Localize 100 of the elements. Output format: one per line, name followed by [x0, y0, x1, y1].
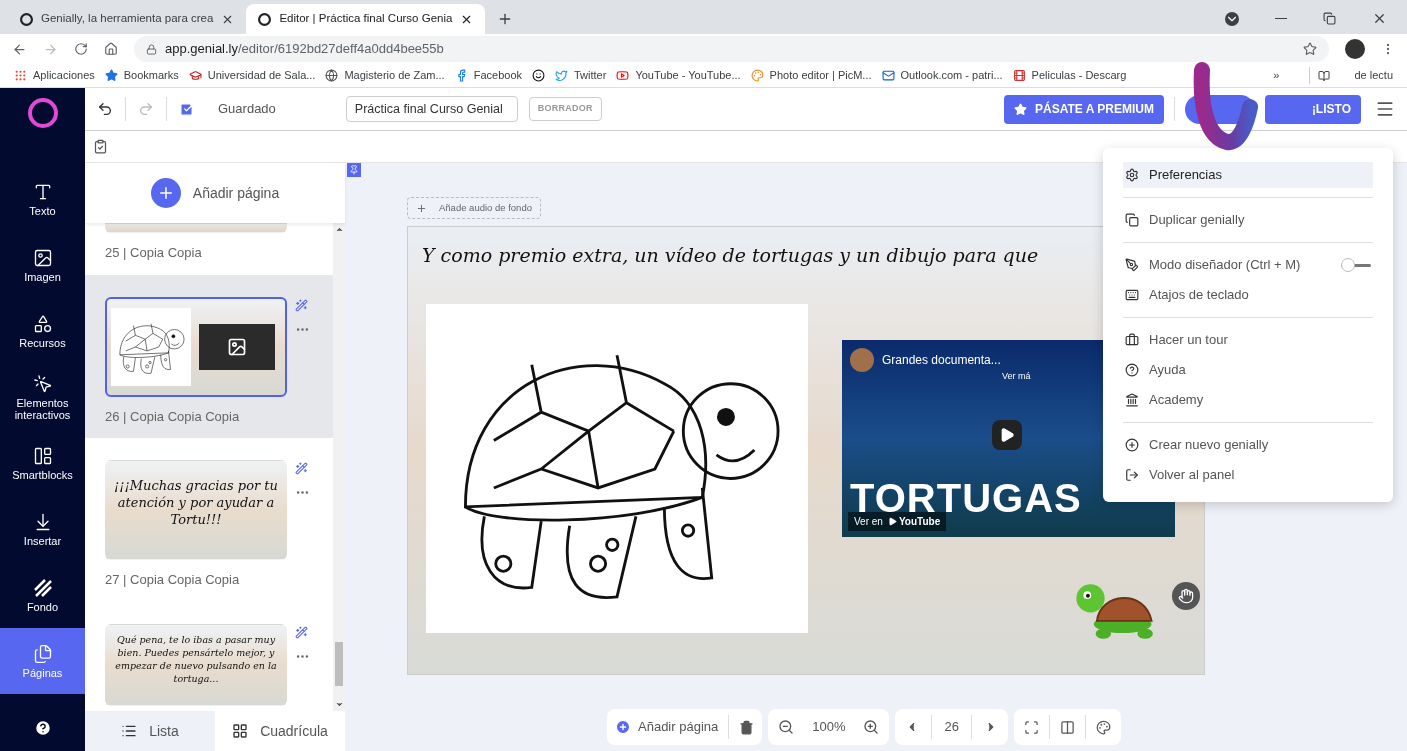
nav-item[interactable]: Imagen: [0, 232, 85, 298]
page-item[interactable]: 25 | Copia Copia: [85, 223, 333, 275]
nav-item[interactable]: Recursos: [0, 298, 85, 364]
bookmark[interactable]: Universidad de Sala...: [188, 67, 316, 84]
magic-wand-icon[interactable]: [295, 462, 308, 475]
scroll-up-icon[interactable]: [334, 225, 344, 234]
premium-button[interactable]: PÁSATE A PREMIUM: [1004, 94, 1164, 124]
bookmark[interactable]: Facebook: [454, 67, 522, 84]
plus-icon: [416, 202, 427, 214]
nav-item[interactable]: Insertar: [0, 496, 85, 562]
apps-icon: [14, 69, 27, 82]
tab-search-icon[interactable]: [1225, 11, 1239, 26]
minimize-icon[interactable]: [1275, 17, 1287, 20]
zoom-out-icon[interactable]: [778, 719, 795, 735]
add-page-button[interactable]: Añadir página: [615, 717, 719, 737]
checklist-icon[interactable]: [93, 139, 108, 154]
scrollbar[interactable]: [333, 223, 345, 711]
view-tab[interactable]: Lista: [85, 711, 215, 751]
columns-icon[interactable]: [1059, 719, 1075, 735]
pen-icon: [1125, 258, 1139, 272]
nav-item[interactable]: Texto: [0, 166, 85, 232]
star-icon: [104, 69, 118, 82]
slide-thumbnail[interactable]: [105, 223, 287, 233]
scrollbar-thumb[interactable]: [335, 642, 343, 686]
menu-icon[interactable]: [1375, 99, 1395, 119]
scroll-down-icon[interactable]: [334, 700, 344, 709]
menu-item[interactable]: Academy: [1123, 387, 1373, 413]
bookmark-star-icon[interactable]: [1303, 42, 1317, 56]
fit-icon[interactable]: [1023, 719, 1039, 735]
reload-icon[interactable]: [74, 42, 88, 56]
image-icon: [227, 336, 247, 357]
nav-item[interactable]: Páginas: [0, 628, 85, 694]
bookmark[interactable]: Photo editor | PicM...: [750, 67, 872, 84]
bookmark[interactable]: Magisterio de Zam...: [325, 67, 445, 84]
magic-wand-icon[interactable]: [295, 298, 308, 312]
nav-item[interactable]: Fondo: [0, 562, 85, 628]
done-button[interactable]: ¡LISTO: [1265, 94, 1361, 124]
menu-item[interactable]: Crear nuevo genially: [1123, 432, 1373, 458]
trash-icon[interactable]: [739, 719, 755, 735]
reading-list[interactable]: de lectu: [1309, 67, 1393, 84]
add-audio-button[interactable]: Añade audio de fondo: [407, 197, 541, 219]
bookmark[interactable]: Aplicaciones: [14, 67, 95, 84]
plus-circle-icon: [1125, 438, 1139, 452]
toggle-switch[interactable]: [1341, 258, 1371, 272]
bookmark[interactable]: [532, 69, 545, 82]
draft-badge: BORRADOR: [528, 97, 602, 121]
page-item[interactable]: ¡¡¡Muchas gracias por tu atención y por ayudar a Tortu!!! 27 | Copia Copia Copia: [85, 438, 333, 602]
close-window-icon[interactable]: [1372, 11, 1387, 26]
menu-item[interactable]: Preferencias: [1123, 162, 1373, 188]
page-item[interactable]: 26 | Copia Copia Copia: [85, 274, 333, 438]
magic-wand-icon[interactable]: [295, 625, 308, 639]
help-icon[interactable]: [33, 719, 52, 737]
browser-tab[interactable]: Editor | Práctica final Curso Genia: [246, 4, 486, 34]
back-icon[interactable]: [12, 41, 27, 57]
palette-icon[interactable]: [1095, 719, 1111, 735]
briefcase-icon: [1125, 333, 1139, 347]
genially-logo[interactable]: [27, 98, 58, 128]
nav-item[interactable]: Smartblocks: [0, 430, 85, 496]
bookmark[interactable]: YouTube - YouTube...: [616, 67, 741, 84]
profile-avatar[interactable]: [1345, 39, 1365, 59]
video-channel: Grandes documenta...: [882, 352, 1001, 369]
menu-item[interactable]: Duplicar genially: [1123, 207, 1373, 233]
add-page-button[interactable]: Añadir página: [150, 178, 280, 208]
tab-title: Editor | Práctica final Curso Genia: [279, 11, 453, 27]
lock-icon: [146, 43, 157, 55]
copy-icon: [1125, 213, 1139, 227]
bookmarks-overflow[interactable]: »: [1273, 67, 1280, 84]
home-icon[interactable]: [104, 42, 118, 56]
undo-icon[interactable]: [97, 101, 113, 117]
title-field[interactable]: Práctica final Curso Genial: [345, 96, 518, 122]
hand-icon[interactable]: [1172, 582, 1200, 610]
pages-icon: [32, 643, 53, 664]
slide-thumbnail[interactable]: ¡¡¡Muchas gracias por tu atención y por ayudar a Tortu!!!: [105, 460, 287, 560]
settings-icon: [1125, 168, 1139, 182]
pin-icon[interactable]: [347, 163, 361, 177]
play-icon[interactable]: [992, 420, 1022, 450]
film-icon: [1012, 69, 1026, 82]
menu-item[interactable]: Modo diseñador (Ctrl + M): [1123, 252, 1373, 278]
restore-icon[interactable]: [1323, 12, 1336, 25]
bookmark[interactable]: Twitter: [555, 67, 607, 84]
more-link[interactable]: Ver má: [1002, 370, 1031, 384]
browser-tab[interactable]: Genially, la herramienta para crea: [8, 4, 247, 34]
twitter-icon: [555, 69, 568, 82]
menu-item[interactable]: Ayuda: [1123, 357, 1373, 383]
menu-item[interactable]: Atajos de teclado: [1123, 282, 1373, 308]
menu-item[interactable]: Volver al panel: [1123, 462, 1373, 488]
bookmark[interactable]: Peliculas - Descarg: [1012, 67, 1127, 84]
channel-avatar: [850, 348, 874, 372]
bookmark[interactable]: Outlook.com - patri...: [881, 67, 1003, 84]
slide-thumbnail[interactable]: Qué pena, te lo ibas a pasar muy bien. Puedes pensártelo mejor, y empezar de nuevo pulsando en la tortuga...: [105, 623, 287, 706]
saved-icon: [179, 101, 194, 117]
url-text: app.genial.ly/editor/6192bd27deff4a0dd4bee55b: [165, 40, 444, 59]
nav-item[interactable]: Elementos interactivos: [0, 364, 85, 430]
zoom-in-icon[interactable]: [863, 719, 880, 735]
page-item[interactable]: Qué pena, te lo ibas a pasar muy bien. Puedes pensártelo mejor, y empezar de nuevo pulsando en la tortuga...: [85, 601, 333, 711]
menu-item[interactable]: Hacer un tour: [1123, 327, 1373, 353]
bookmark[interactable]: Bookmarks: [104, 67, 179, 84]
address-bar[interactable]: app.genial.ly/editor/6192bd27deff4a0dd4bee55b: [134, 36, 1329, 62]
slide-thumbnail[interactable]: [105, 296, 287, 397]
reading-list-icon: [1318, 69, 1331, 82]
